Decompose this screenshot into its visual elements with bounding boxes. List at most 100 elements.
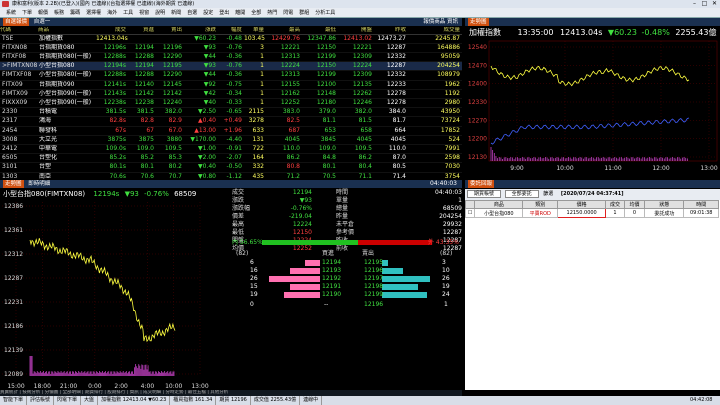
menu-item[interactable]: 海外 [107, 8, 117, 17]
book-sp[interactable]: 12195 [364, 259, 383, 267]
order-column-header[interactable]: 價格 [556, 200, 607, 209]
book-sq[interactable]: 3 [442, 259, 446, 267]
column-header[interactable]: 最高 [266, 27, 302, 35]
group-label[interactable]: 自選一 [34, 19, 51, 25]
quote-row[interactable]: 2454 聯發科 67s 67 67.0 ▲13.00 +1.96 633 687 653 658 6… [0, 126, 462, 136]
quote-cell: 1962 [408, 80, 462, 90]
menu-item[interactable]: 選擇權 [86, 8, 101, 17]
filter-checkbox[interactable]: 篩選 [543, 191, 553, 197]
order-column-header[interactable]: 成交 [605, 200, 625, 209]
menu-item[interactable]: 群組 [299, 8, 309, 17]
column-header[interactable]: 幅度 [218, 27, 244, 35]
column-header[interactable]: 商品 [38, 27, 96, 35]
close-icon[interactable]: ✕ [710, 0, 719, 8]
quote-row[interactable]: 3008 大立光 3875s 3875 3880 ▼170.00 -4.40 131 4045 3… [0, 135, 462, 145]
maximize-icon[interactable]: □ [700, 0, 709, 8]
quote-row[interactable]: FIXXX09 小型台指090(一般) 12238s 12238 12240 ▼40 -0.… [0, 98, 462, 109]
quote-row[interactable]: >FIMTXN08 小型台指080 12194s 12194 12195 ▼93 -0.76… [0, 61, 462, 72]
order-column-header[interactable] [464, 200, 476, 209]
column-header[interactable]: 買進 [128, 27, 156, 35]
order-cell[interactable]: ☐ [464, 208, 476, 218]
quote-row[interactable]: 6505 台塑化 85.2s 85.2 85.3 ▼2.00 -2.07 164 86.2 84.… [0, 153, 462, 164]
column-header[interactable]: 賣出 [156, 27, 184, 35]
menu-item[interactable]: 工具 [123, 8, 133, 17]
menu-item[interactable]: 全部 [251, 8, 261, 17]
quote-row[interactable]: 3101 台塑 80.1s 80.1 80.2 ▼0.40 -0.50 332 80.8 80.1… [0, 162, 462, 173]
book-bq[interactable]: 16 [250, 267, 258, 275]
order-column-header[interactable]: 商品 [474, 200, 524, 209]
minimize-icon[interactable]: – [690, 0, 699, 8]
book-sp[interactable]: 12199 [364, 291, 383, 299]
book-bp[interactable]: 12193 [322, 267, 341, 275]
book-sq[interactable]: 19 [442, 283, 450, 291]
column-header[interactable]: 代碼 [0, 27, 38, 35]
status-item[interactable]: 智能下單 [0, 396, 28, 405]
menu-item[interactable]: 報價 [38, 8, 48, 17]
column-header[interactable]: 成交量 [408, 27, 462, 35]
index-chart[interactable]: 12540 12470 12400 12330 12270 12200 12130 9:00 1… [465, 39, 720, 177]
menu-item[interactable]: 帳務 [54, 8, 64, 17]
book-sp[interactable]: 12198 [364, 283, 383, 291]
book-bq[interactable]: 6 [250, 259, 254, 267]
menu-item[interactable]: 自選 [187, 8, 197, 17]
menu-item[interactable]: 熱門 [267, 8, 277, 17]
menu-item[interactable]: 登出 [219, 8, 229, 17]
quote-info-label[interactable]: 報價商品 資訊 [423, 18, 458, 26]
book-sp[interactable]: 12196 [364, 267, 383, 275]
menu-item[interactable]: 下單 [22, 8, 32, 17]
menu-item[interactable]: 系統 [6, 8, 16, 17]
quote-row[interactable]: 1303 南亞 70.6s 70.6 70.7 ▼0.80 -1.12 435 71.2 70.5… [0, 172, 462, 179]
quote-row[interactable]: TSE 加權指數 12413.04s ▼60.23 -0.48 103.45 12429.7… [0, 34, 462, 44]
column-header[interactable]: 單量 [244, 27, 266, 35]
book-sq[interactable]: 24 [442, 291, 450, 299]
menu-item[interactable]: 設定 [203, 8, 213, 17]
menu-item[interactable]: 新聞 [171, 8, 181, 17]
menu-item[interactable]: 視窗 [139, 8, 149, 17]
book-sq[interactable]: 10 [442, 267, 450, 275]
menu-item[interactable]: 閃電 [283, 8, 293, 17]
futures-symbol[interactable]: 小型台指080(FIMTXN08) [3, 190, 85, 198]
quote-panel-title: 自選報價 自選一 報價商品 資訊 [0, 18, 462, 26]
menu-item[interactable]: 離開 [235, 8, 245, 17]
book-bp[interactable]: 12194 [322, 259, 341, 267]
column-header[interactable]: 最低 [302, 27, 338, 35]
order-row[interactable]: ☐ 小型台指080 平賣ROD 12150.0000 1 0 委託成功 09:01:38 [464, 208, 719, 218]
quote-row[interactable]: FITXF08 台指期貨080(一般) 12288s 12288 12290 ▼44 -0.… [0, 52, 462, 63]
order-column-header[interactable]: 時間 [683, 200, 719, 209]
bid-depth-bar [290, 268, 320, 274]
column-header[interactable]: 成交 [96, 27, 128, 35]
book-sp[interactable]: 12197 [364, 275, 383, 283]
quote-row[interactable]: FITXN08 台指期貨080 12196s 12194 12196 ▼93 -0.76 3 1… [0, 43, 462, 53]
futures-chart[interactable]: 12386 12361 12312 12287 12231 12186 12139 12089… [0, 200, 232, 390]
futures-detail-tab[interactable]: 即時明細 [28, 181, 50, 187]
book-bp[interactable]: 12191 [322, 283, 341, 291]
book-bq[interactable]: 26 [250, 275, 258, 283]
quote-row[interactable]: FIMTXF08 小型台指080(一般) 12288s 12288 12290 ▼44 -0… [0, 70, 462, 81]
book-sq[interactable]: 26 [442, 275, 450, 283]
quote-cell: 12141s [96, 80, 128, 90]
order-column-header[interactable]: 均價 [623, 200, 646, 209]
quote-cell: 103.45 [244, 34, 266, 44]
quote-row[interactable]: 2330 台積電 381.5s 381.5 382.0 ▼2.50 -0.65 2115 383… [0, 107, 462, 118]
order-type-select[interactable]: 全部委託 [504, 190, 539, 198]
book-bq[interactable]: 15 [250, 283, 258, 291]
menu-item[interactable]: 籌碼 [70, 8, 80, 17]
order-column-header[interactable]: 狀態 [644, 200, 685, 209]
status-item[interactable]: 評估帳號 [27, 396, 55, 405]
quote-row[interactable]: FITX09 台指期貨090 12141s 12140 12145 ▼92 -0.75 1 12… [0, 80, 462, 90]
quote-table-header: 代碼 商品 成交 買進 賣出 漲跌 幅度 單量 最高 最低 開盤 昨收 成交量 [0, 27, 462, 35]
quote-row[interactable]: 2317 鴻海 82.8s 82.8 82.9 ▲0.40 +0.49 3278 82.5 81.… [0, 116, 462, 127]
menu-item[interactable]: 分析工具 [315, 8, 335, 17]
quote-row[interactable]: FIMTX09 小型台指090(一般) 12143s 12142 12142 ▼42 -0.… [0, 89, 462, 99]
account-select[interactable]: 期貨帳號 [467, 190, 502, 198]
quote-row[interactable]: 2412 中華電 109.0s 109.0 109.5 ▼1.00 -0.91 722 110.… [0, 144, 462, 155]
book-bq[interactable]: 19 [250, 291, 258, 299]
order-column-header[interactable]: 類別 [522, 200, 558, 209]
menu-item[interactable]: 說明 [155, 8, 165, 17]
status-item[interactable]: 閃電下單 [54, 396, 82, 405]
column-header[interactable]: 昨收 [374, 27, 408, 35]
column-header[interactable]: 漲跌 [184, 27, 218, 35]
book-bp[interactable]: 12192 [322, 275, 341, 283]
book-bp[interactable]: 12190 [322, 291, 341, 299]
column-header[interactable]: 開盤 [338, 27, 374, 35]
